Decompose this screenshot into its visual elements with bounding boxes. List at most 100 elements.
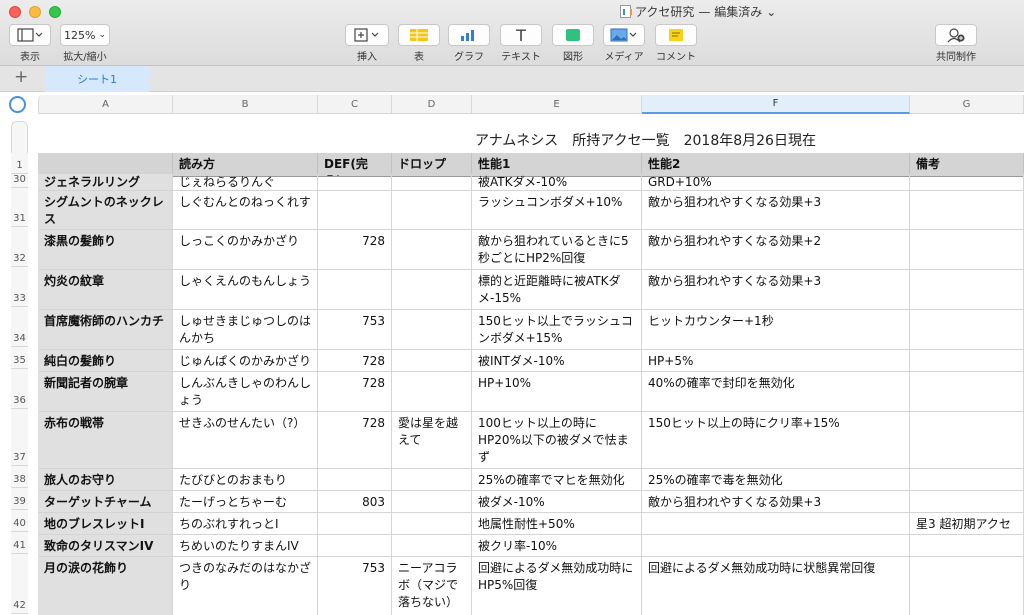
cell-name[interactable]: ジェネラルリング (38, 174, 173, 191)
cell-name[interactable]: 旅人のお守り (38, 469, 173, 491)
cell-reading[interactable]: しゅせきまじゅつしのはんかち (173, 310, 318, 350)
cell-perf2[interactable]: 150ヒット以上の時にクリ率+15% (642, 412, 910, 469)
cell-reading[interactable]: つきのなみだのはなかざり (173, 557, 318, 615)
cell-drop[interactable]: ニーアコラボ（マジで落ちない） (392, 557, 472, 615)
row-header-1[interactable]: 1 (11, 153, 28, 174)
cell-perf2[interactable]: 25%の確率で毒を無効化 (642, 469, 910, 491)
row-header[interactable]: 36 (11, 369, 28, 409)
cell-perf2[interactable]: 敵から狙われやすくなる効果+2 (642, 230, 910, 270)
cell-perf1[interactable]: 標的と近距離時に被ATKダメ-15% (472, 270, 642, 310)
minimize-window-button[interactable] (29, 6, 41, 18)
column-header-f[interactable]: F (642, 95, 910, 114)
view-button[interactable] (9, 24, 51, 46)
cell-reading[interactable]: しぐむんとのねっくれす (173, 191, 318, 230)
cell-drop[interactable] (392, 513, 472, 535)
close-window-button[interactable] (9, 6, 21, 18)
cell-drop[interactable] (392, 174, 472, 191)
tab-sheet1[interactable]: シート1 (45, 66, 149, 92)
cell-def[interactable]: 728 (318, 230, 392, 270)
cell-perf1[interactable]: 100ヒット以上の時にHP20%以下の被ダメで怯まず (472, 412, 642, 469)
row-header[interactable]: 32 (11, 227, 28, 267)
cell-perf1[interactable]: 被ATKダメ-10% (472, 174, 642, 191)
cell-notes[interactable]: 星3 超初期アクセ (910, 513, 1024, 535)
row-header[interactable]: 39 (11, 488, 28, 510)
shape-button[interactable] (552, 24, 594, 46)
cell-perf1[interactable]: 150ヒット以上でラッシュコンボダメ+15% (472, 310, 642, 350)
cell-drop[interactable] (392, 191, 472, 230)
row-header[interactable]: 34 (11, 307, 28, 347)
cell-name[interactable]: 純白の髪飾り (38, 350, 173, 372)
column-header-g[interactable]: G (910, 95, 1024, 114)
cell-def[interactable] (318, 270, 392, 310)
select-all-table-button[interactable] (9, 96, 26, 113)
row-header[interactable]: 35 (11, 347, 28, 369)
cell-name[interactable]: ターゲットチャーム (38, 491, 173, 513)
cell-reading[interactable]: たびびとのおまもり (173, 469, 318, 491)
cell-perf1[interactable]: 25%の確率でマヒを無効化 (472, 469, 642, 491)
cell-def[interactable]: 728 (318, 412, 392, 469)
cell-def[interactable] (318, 191, 392, 230)
cell-def[interactable] (318, 513, 392, 535)
row-header[interactable]: 38 (11, 466, 28, 488)
window-title[interactable]: アクセ研究 — 編集済み ⌄ (620, 3, 776, 20)
cell-drop[interactable] (392, 310, 472, 350)
cell-perf2[interactable]: 敵から狙われやすくなる効果+3 (642, 191, 910, 230)
cell-reading[interactable]: たーげっとちゃーむ (173, 491, 318, 513)
cell-perf2[interactable]: 敵から狙われやすくなる効果+3 (642, 491, 910, 513)
cell-notes[interactable] (910, 310, 1024, 350)
cell-perf2[interactable] (642, 535, 910, 557)
insert-button[interactable] (345, 24, 389, 46)
cell-reading[interactable]: しっこくのかみかざり (173, 230, 318, 270)
cell-drop[interactable] (392, 535, 472, 557)
cell-def[interactable] (318, 535, 392, 557)
cell-perf1[interactable]: HP+10% (472, 372, 642, 412)
cell-perf2[interactable] (642, 513, 910, 535)
comment-button[interactable] (655, 24, 697, 46)
cell-notes[interactable] (910, 535, 1024, 557)
column-header-b[interactable]: B (173, 95, 318, 114)
cell-drop[interactable] (392, 270, 472, 310)
cell-reading[interactable]: せきふのせんたい（?） (173, 412, 318, 469)
text-button[interactable]: T (500, 24, 542, 46)
cell-def[interactable]: 728 (318, 372, 392, 412)
cell-notes[interactable] (910, 350, 1024, 372)
cell-name[interactable]: 月の涙の花飾り (38, 557, 173, 615)
cell-notes[interactable] (910, 469, 1024, 491)
cell-perf1[interactable]: 被INTダメ-10% (472, 350, 642, 372)
cell-perf1[interactable]: 回避によるダメ無効成功時にHP5%回復 (472, 557, 642, 615)
row-header[interactable]: 30 (11, 174, 28, 188)
cell-notes[interactable] (910, 491, 1024, 513)
table-button[interactable] (398, 24, 440, 46)
add-sheet-button[interactable]: + (14, 67, 28, 87)
cell-name[interactable]: 致命のタリスマンIV (38, 535, 173, 557)
row-header[interactable]: 31 (11, 188, 28, 227)
column-header-c[interactable]: C (318, 95, 392, 114)
cell-def[interactable] (318, 174, 392, 191)
cell-perf2[interactable]: ヒットカウンター+1秒 (642, 310, 910, 350)
cell-reading[interactable]: しんぶんきしゃのわんしょう (173, 372, 318, 412)
cell-def[interactable]: 753 (318, 310, 392, 350)
cell-def[interactable]: 728 (318, 350, 392, 372)
cell-perf2[interactable]: 回避によるダメ無効成功時に状態異常回復 (642, 557, 910, 615)
cell-perf1[interactable]: 被ダメ-10% (472, 491, 642, 513)
cell-perf2[interactable]: GRD+10% (642, 174, 910, 191)
cell-drop[interactable] (392, 350, 472, 372)
cell-def[interactable] (318, 469, 392, 491)
cell-reading[interactable]: じぇねらるりんぐ (173, 174, 318, 191)
cell-perf1[interactable]: ラッシュコンボダメ+10% (472, 191, 642, 230)
cell-drop[interactable] (392, 372, 472, 412)
cell-reading[interactable]: しゃくえんのもんしょう (173, 270, 318, 310)
cell-perf2[interactable]: HP+5% (642, 350, 910, 372)
cell-reading[interactable]: ちめいのたりすまんIV (173, 535, 318, 557)
cell-notes[interactable] (910, 557, 1024, 615)
cell-perf1[interactable]: 被クリ率-10% (472, 535, 642, 557)
cell-reading[interactable]: じゅんぱくのかみかざり (173, 350, 318, 372)
cell-notes[interactable] (910, 174, 1024, 191)
cell-name[interactable]: 赤布の戦帯 (38, 412, 173, 469)
cell-drop[interactable] (392, 491, 472, 513)
row-header[interactable]: 33 (11, 267, 28, 307)
cell-reading[interactable]: ちのぶれすれっとI (173, 513, 318, 535)
cell-notes[interactable] (910, 270, 1024, 310)
cell-notes[interactable] (910, 230, 1024, 270)
zoom-select[interactable]: 125% ⌄ (60, 24, 110, 46)
